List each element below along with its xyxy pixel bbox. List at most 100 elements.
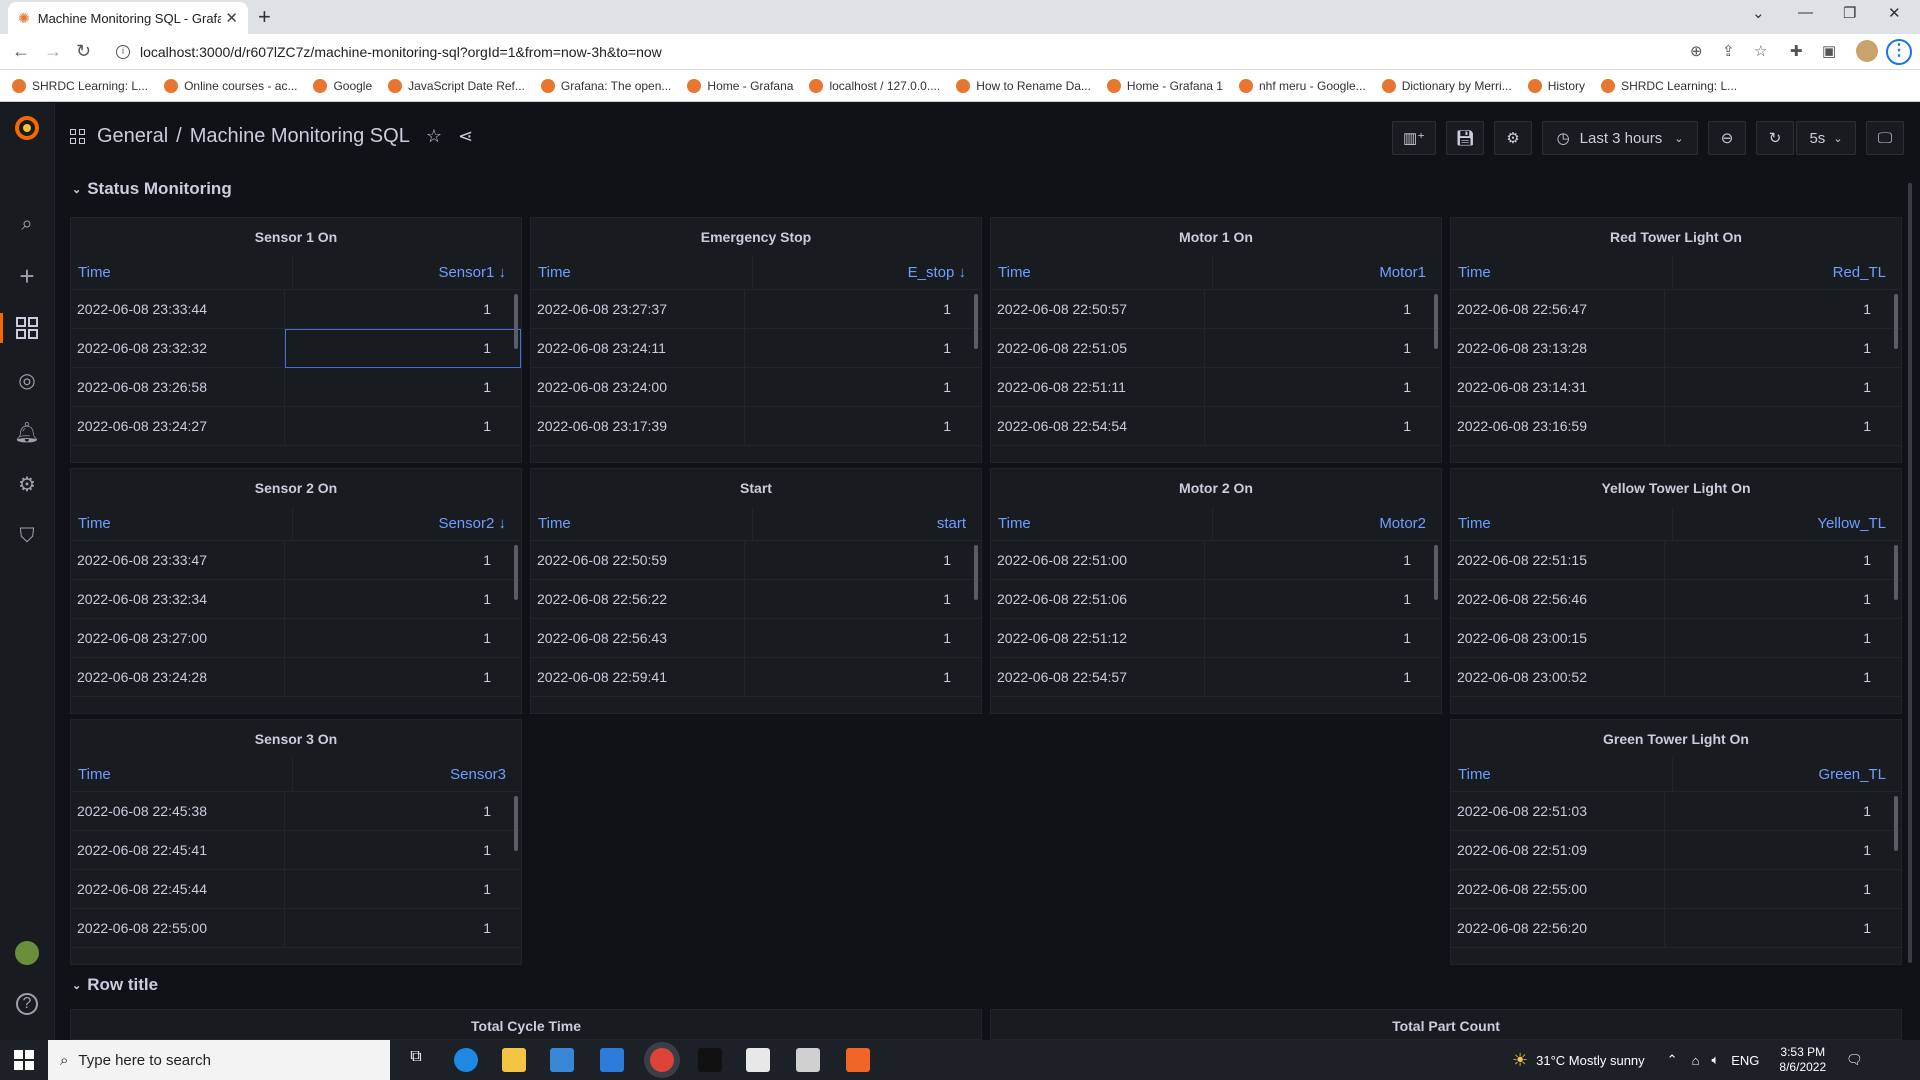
column-header-time[interactable]: Time [991, 507, 1213, 540]
table-row[interactable]: 2022-06-08 22:56:46 1 [1451, 580, 1901, 619]
back-icon[interactable]: ← [12, 41, 30, 62]
time-picker-button[interactable]: ◷ Last 3 hours ⌄ [1542, 121, 1698, 155]
table-row[interactable]: 2022-06-08 22:51:12 1 [991, 619, 1441, 658]
save-dashboard-icon[interactable]: 💾︎ [1446, 121, 1484, 155]
panel-title[interactable]: Yellow Tower Light On [1451, 469, 1901, 507]
restore-icon[interactable]: ❐ [1843, 4, 1856, 22]
table-row[interactable]: 2022-06-08 22:55:00 1 [1451, 870, 1901, 909]
bookmark-item[interactable]: Grafana: The open... [540, 78, 671, 93]
column-header-value[interactable]: Green_TL [1673, 758, 1902, 792]
bookmark-star-icon[interactable]: ☆ [1754, 42, 1767, 60]
table-row[interactable]: 2022-06-08 22:56:47 1 [1451, 290, 1901, 329]
column-header-value[interactable]: Motor1 [1213, 256, 1442, 290]
bookmark-item[interactable]: localhost / 127.0.0.... [809, 78, 940, 93]
table-row[interactable]: 2022-06-08 23:24:27 1 [71, 407, 521, 446]
bookmark-item[interactable]: nhf meru - Google... [1238, 78, 1366, 93]
language-indicator[interactable]: ENG [1731, 1053, 1759, 1068]
table-row[interactable]: 2022-06-08 23:27:00 1 [71, 619, 521, 658]
task-view-icon[interactable]: ⧉ [404, 1048, 428, 1072]
browser-menu-icon[interactable]: ⋮ [1886, 39, 1912, 65]
close-window-icon[interactable]: ✕ [1888, 4, 1901, 22]
column-header-time[interactable]: Time [991, 256, 1213, 289]
column-header-value[interactable]: Sensor3 [293, 758, 522, 792]
store-icon[interactable] [550, 1048, 574, 1072]
refresh-icon[interactable]: ↻ [1756, 121, 1794, 155]
column-header-value[interactable]: Motor2 [1213, 507, 1442, 541]
close-tab-icon[interactable]: ✕ [225, 9, 238, 27]
bookmark-item[interactable]: SHRDC Learning: L... [1601, 78, 1737, 93]
table-scrollbar[interactable] [1894, 796, 1898, 851]
table-row[interactable]: 2022-06-08 22:51:15 1 [1451, 541, 1901, 580]
profile-avatar[interactable] [1856, 40, 1878, 62]
taskbar-search-input[interactable]: ⌕ Type here to search [48, 1040, 390, 1080]
tab-search-icon[interactable]: ⌄ [1752, 4, 1765, 22]
reload-icon[interactable]: ↻ [76, 41, 91, 62]
forward-icon[interactable]: → [44, 41, 62, 62]
explore-icon[interactable]: ◎ [14, 367, 40, 393]
table-row[interactable]: 2022-06-08 23:17:39 1 [531, 407, 981, 446]
row-header-row-title[interactable]: ⌄ Row title [72, 975, 158, 995]
server-admin-shield-icon[interactable]: ⛉ [14, 523, 40, 549]
table-row[interactable]: 2022-06-08 22:54:54 1 [991, 407, 1441, 446]
mail-icon[interactable] [600, 1048, 624, 1072]
table-row[interactable]: 2022-06-08 22:56:22 1 [531, 580, 981, 619]
notifications-icon[interactable]: 🗨︎ [1846, 1052, 1863, 1068]
row-header-status[interactable]: ⌄ Status Monitoring [72, 179, 232, 199]
refresh-interval-picker[interactable]: 5s ⌄ [1796, 121, 1856, 155]
table-row[interactable]: 2022-06-08 22:51:00 1 [991, 541, 1441, 580]
minimize-icon[interactable]: — [1798, 4, 1813, 21]
dashboards-icon[interactable] [14, 315, 40, 341]
bookmark-item[interactable]: JavaScript Date Ref... [388, 78, 525, 93]
table-row[interactable]: 2022-06-08 23:32:34 1 [71, 580, 521, 619]
grafana-logo-icon[interactable] [12, 113, 42, 143]
table-row[interactable]: 2022-06-08 22:45:41 1 [71, 831, 521, 870]
configuration-gear-icon[interactable]: ⚙ [14, 471, 40, 497]
column-header-time[interactable]: Time [71, 758, 293, 791]
table-row[interactable]: 2022-06-08 22:50:59 1 [531, 541, 981, 580]
column-header-time[interactable]: Time [531, 256, 753, 289]
table-row[interactable]: 2022-06-08 22:51:09 1 [1451, 831, 1901, 870]
share-dashboard-icon[interactable]: ⋖ [458, 126, 473, 147]
panel-title[interactable]: Start [531, 469, 981, 507]
volume-icon[interactable]: 🔈︎ [1711, 1052, 1719, 1068]
terminal-icon[interactable] [698, 1048, 722, 1072]
table-scrollbar[interactable] [974, 545, 978, 600]
url-field[interactable]: i localhost:3000/d/r607lZC7z/machine-mon… [108, 38, 1708, 66]
column-header-time[interactable]: Time [1451, 507, 1673, 540]
zoom-icon[interactable]: ⊕ [1690, 42, 1703, 60]
table-row[interactable]: 2022-06-08 23:32:32 1 [71, 328, 521, 368]
panel-title[interactable]: Sensor 2 On [71, 469, 521, 507]
column-header-value[interactable]: start [753, 507, 982, 541]
table-row[interactable]: 2022-06-08 23:26:58 1 [71, 368, 521, 407]
table-row[interactable]: 2022-06-08 23:33:47 1 [71, 541, 521, 580]
table-row[interactable]: 2022-06-08 22:51:11 1 [991, 368, 1441, 407]
column-header-value[interactable]: Sensor2 ↓ [293, 507, 522, 541]
chevron-up-icon[interactable]: ⌃ [1667, 1052, 1678, 1068]
table-row[interactable]: 2022-06-08 23:24:00 1 [531, 368, 981, 407]
xampp-icon[interactable] [846, 1048, 870, 1072]
bookmark-item[interactable]: Home - Grafana 1 [1106, 78, 1223, 93]
table-row[interactable]: 2022-06-08 22:45:38 1 [71, 792, 521, 831]
tv-mode-icon[interactable]: 🖵︎ [1866, 121, 1904, 155]
table-scrollbar[interactable] [1434, 294, 1438, 349]
folder-link[interactable]: General [97, 125, 168, 148]
edge-icon[interactable] [454, 1048, 478, 1072]
side-panel-icon[interactable]: ▣ [1822, 42, 1836, 60]
table-row[interactable]: 2022-06-08 23:00:15 1 [1451, 619, 1901, 658]
user-avatar[interactable] [15, 941, 39, 965]
bookmark-item[interactable]: How to Rename Da... [956, 78, 1091, 93]
bookmark-item[interactable]: History [1527, 78, 1585, 93]
bookmark-item[interactable]: Dictionary by Merri... [1381, 78, 1512, 93]
zoom-out-icon[interactable]: ⊖ [1708, 121, 1746, 155]
table-scrollbar[interactable] [514, 545, 518, 600]
table-row[interactable]: 2022-06-08 22:51:05 1 [991, 329, 1441, 368]
app-window-icon[interactable] [796, 1048, 820, 1072]
bookmark-item[interactable]: SHRDC Learning: L... [12, 78, 148, 93]
bookmark-item[interactable]: Google [313, 78, 372, 93]
table-row[interactable]: 2022-06-08 22:59:41 1 [531, 658, 981, 697]
table-row[interactable]: 2022-06-08 23:16:59 1 [1451, 407, 1901, 446]
table-row[interactable]: 2022-06-08 23:00:52 1 [1451, 658, 1901, 697]
table-row[interactable]: 2022-06-08 22:51:06 1 [991, 580, 1441, 619]
table-row[interactable]: 2022-06-08 23:24:28 1 [71, 658, 521, 697]
panel-title[interactable]: Emergency Stop [531, 218, 981, 256]
